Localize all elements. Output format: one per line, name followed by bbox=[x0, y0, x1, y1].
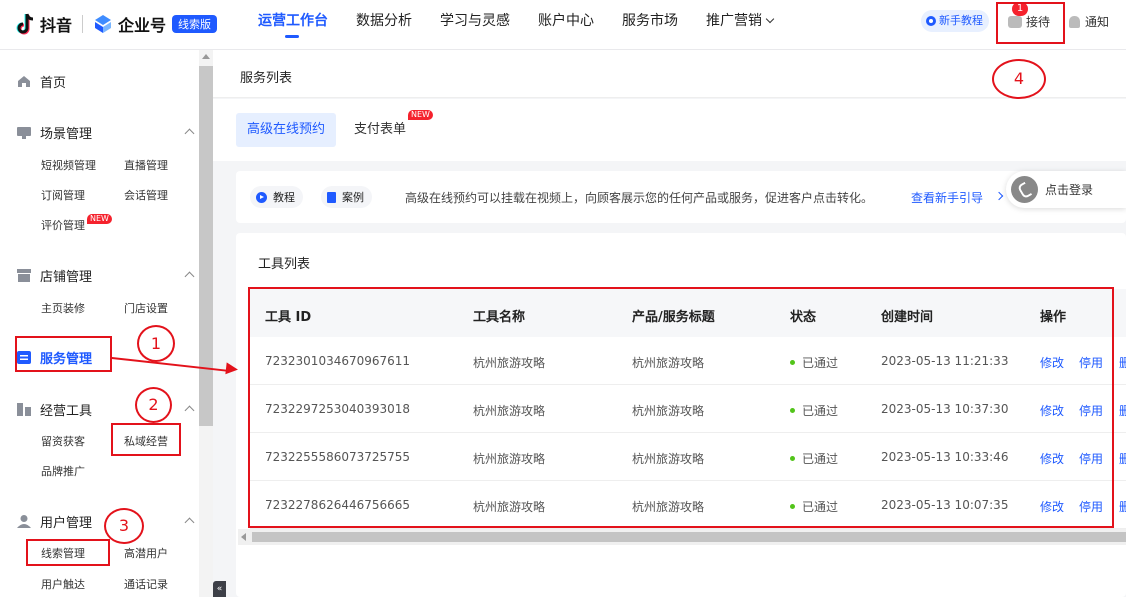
document-icon bbox=[327, 191, 336, 203]
annotation-box-tool-table bbox=[248, 287, 1114, 528]
enterprise-logo-icon bbox=[93, 14, 113, 34]
sidebar-item-conversation[interactable]: 会话管理 bbox=[124, 187, 168, 203]
new-tag: NEW bbox=[408, 110, 433, 120]
sidebar-item-user-reach[interactable]: 用户触达 bbox=[41, 576, 85, 592]
sidebar-item-homepage-decor[interactable]: 主页装修 bbox=[41, 300, 85, 316]
chevron-right-icon[interactable] bbox=[994, 191, 1004, 201]
scroll-up-icon[interactable] bbox=[202, 54, 210, 59]
nav-service-market[interactable]: 服务市场 bbox=[622, 0, 678, 50]
bell-icon bbox=[1069, 15, 1080, 28]
delete-button[interactable]: 删 bbox=[1119, 354, 1126, 371]
page-title: 服务列表 bbox=[240, 71, 293, 86]
nav-account-center[interactable]: 账户中心 bbox=[538, 0, 594, 50]
chevron-up-icon[interactable] bbox=[184, 271, 195, 282]
brand-logo[interactable]: 抖音 企业号 线索版 bbox=[16, 11, 218, 37]
sidebar-group-scene[interactable]: 场景管理 bbox=[17, 123, 92, 142]
tutorial-label: 教程 bbox=[273, 191, 295, 204]
nav-learning[interactable]: 学习与灵感 bbox=[440, 0, 510, 50]
annotation-box-reception bbox=[996, 2, 1065, 44]
collapse-sidebar-button[interactable]: « bbox=[213, 581, 226, 597]
store-icon bbox=[17, 269, 31, 282]
sidebar-group-ops-label: 经营工具 bbox=[40, 404, 93, 419]
annotation-box-private-domain bbox=[111, 423, 181, 456]
delete-button[interactable]: 删 bbox=[1119, 450, 1126, 467]
douyin-label: 抖音 bbox=[40, 16, 73, 35]
enterprise-label: 企业号 bbox=[118, 16, 167, 35]
sidebar-item-potential-users[interactable]: 高潜用户 bbox=[124, 545, 168, 561]
phone-icon bbox=[1011, 176, 1038, 203]
sidebar-group-user-label: 用户管理 bbox=[40, 516, 93, 531]
sidebar-item-brand-promo[interactable]: 品牌推广 bbox=[41, 463, 85, 479]
annotation-box-service bbox=[15, 336, 112, 372]
tutorial-button[interactable]: 教程 bbox=[250, 186, 303, 208]
sidebar-item-live[interactable]: 直播管理 bbox=[124, 157, 168, 173]
notify-label: 通知 bbox=[1085, 15, 1110, 29]
chevron-up-icon[interactable] bbox=[184, 517, 195, 528]
delete-button[interactable]: 删 bbox=[1119, 402, 1126, 419]
arrow-right-icon bbox=[225, 362, 239, 376]
annotation-marker-4: 4 bbox=[992, 59, 1046, 99]
login-float-button[interactable]: 点击登录 bbox=[1006, 171, 1126, 208]
tab-payment-form[interactable]: 支付表单NEW bbox=[343, 110, 444, 147]
guide-button[interactable]: 新手教程 bbox=[921, 10, 989, 32]
sidebar-group-scene-label: 场景管理 bbox=[40, 127, 93, 142]
case-label: 案例 bbox=[342, 191, 364, 204]
sidebar-item-store-settings[interactable]: 门店设置 bbox=[124, 300, 168, 316]
nav-data-analysis[interactable]: 数据分析 bbox=[356, 0, 412, 50]
tab-payment-form-label: 支付表单 bbox=[354, 122, 407, 137]
chevron-down-icon bbox=[765, 14, 775, 24]
feature-description: 高级在线预约可以挂载在视频上，向顾客展示您的任何产品或服务，促进客户点击转化。 bbox=[405, 191, 874, 205]
table-scroll-thumb[interactable] bbox=[252, 532, 1126, 542]
user-icon bbox=[17, 515, 31, 528]
monitor-icon bbox=[17, 126, 31, 139]
sidebar-item-home[interactable]: 首页 bbox=[17, 72, 66, 91]
sidebar-item-review[interactable]: 评价管理NEW bbox=[41, 214, 112, 233]
douyin-logo-icon bbox=[16, 12, 38, 36]
page-header: 服务列表 bbox=[213, 50, 1126, 98]
top-bar: 抖音 企业号 线索版 运营工作台 数据分析 学习与灵感 账户中心 服务市场 推广… bbox=[0, 0, 1126, 50]
case-button[interactable]: 案例 bbox=[321, 186, 372, 208]
annotation-marker-2: 2 bbox=[135, 387, 172, 423]
sidebar-item-subscription[interactable]: 订阅管理 bbox=[41, 187, 85, 203]
annotation-marker-1: 1 bbox=[137, 325, 175, 362]
delete-button[interactable]: 删 bbox=[1119, 498, 1126, 515]
sidebar-item-video[interactable]: 短视频管理 bbox=[41, 157, 96, 173]
annotation-marker-3: 3 bbox=[104, 508, 144, 544]
tool-list-title: 工具列表 bbox=[258, 257, 311, 272]
guide-label: 新手教程 bbox=[939, 14, 983, 27]
nav-promotion-label: 推广营销 bbox=[706, 13, 762, 29]
sidebar-group-store-label: 店铺管理 bbox=[40, 270, 93, 285]
nav-ops-workbench[interactable]: 运营工作台 bbox=[258, 0, 328, 50]
chevron-up-icon[interactable] bbox=[184, 128, 195, 139]
sidebar-group-store[interactable]: 店铺管理 bbox=[17, 266, 92, 285]
main-nav: 运营工作台 数据分析 学习与灵感 账户中心 服务市场 推广营销 bbox=[258, 0, 801, 50]
sidebar-item-call-records[interactable]: 通话记录 bbox=[124, 576, 168, 592]
sidebar-group-ops[interactable]: 经营工具 bbox=[17, 400, 92, 419]
sidebar-home-label: 首页 bbox=[40, 76, 67, 91]
annotation-box-leads bbox=[26, 539, 110, 566]
sidebar-scroll-thumb[interactable] bbox=[199, 66, 213, 426]
tab-advanced-booking[interactable]: 高级在线预约 bbox=[236, 113, 337, 147]
tabs-bar: 高级在线预约 支付表单NEW bbox=[213, 99, 1126, 161]
sidebar-group-user[interactable]: 用户管理 bbox=[17, 512, 92, 531]
chevron-up-icon[interactable] bbox=[184, 405, 195, 416]
sidebar-item-lead-capture[interactable]: 留资获客 bbox=[41, 433, 85, 449]
nav-promotion[interactable]: 推广营销 bbox=[706, 0, 775, 50]
sidebar-item-review-label: 评价管理 bbox=[41, 219, 85, 232]
login-label: 点击登录 bbox=[1045, 183, 1094, 197]
info-card: 教程 案例 高级在线预约可以挂载在视频上，向顾客展示您的任何产品或服务，促进客户… bbox=[236, 171, 1126, 223]
tools-icon bbox=[17, 403, 31, 416]
new-tag: NEW bbox=[87, 214, 112, 224]
logo-divider bbox=[82, 15, 84, 33]
play-icon bbox=[256, 191, 267, 203]
notify-button[interactable]: 通知 bbox=[1069, 13, 1109, 30]
scroll-left-icon[interactable] bbox=[241, 533, 246, 541]
edition-badge: 线索版 bbox=[172, 15, 218, 33]
compass-icon bbox=[926, 16, 936, 26]
guide-link[interactable]: 查看新手引导 bbox=[911, 189, 983, 206]
home-icon bbox=[17, 75, 31, 88]
